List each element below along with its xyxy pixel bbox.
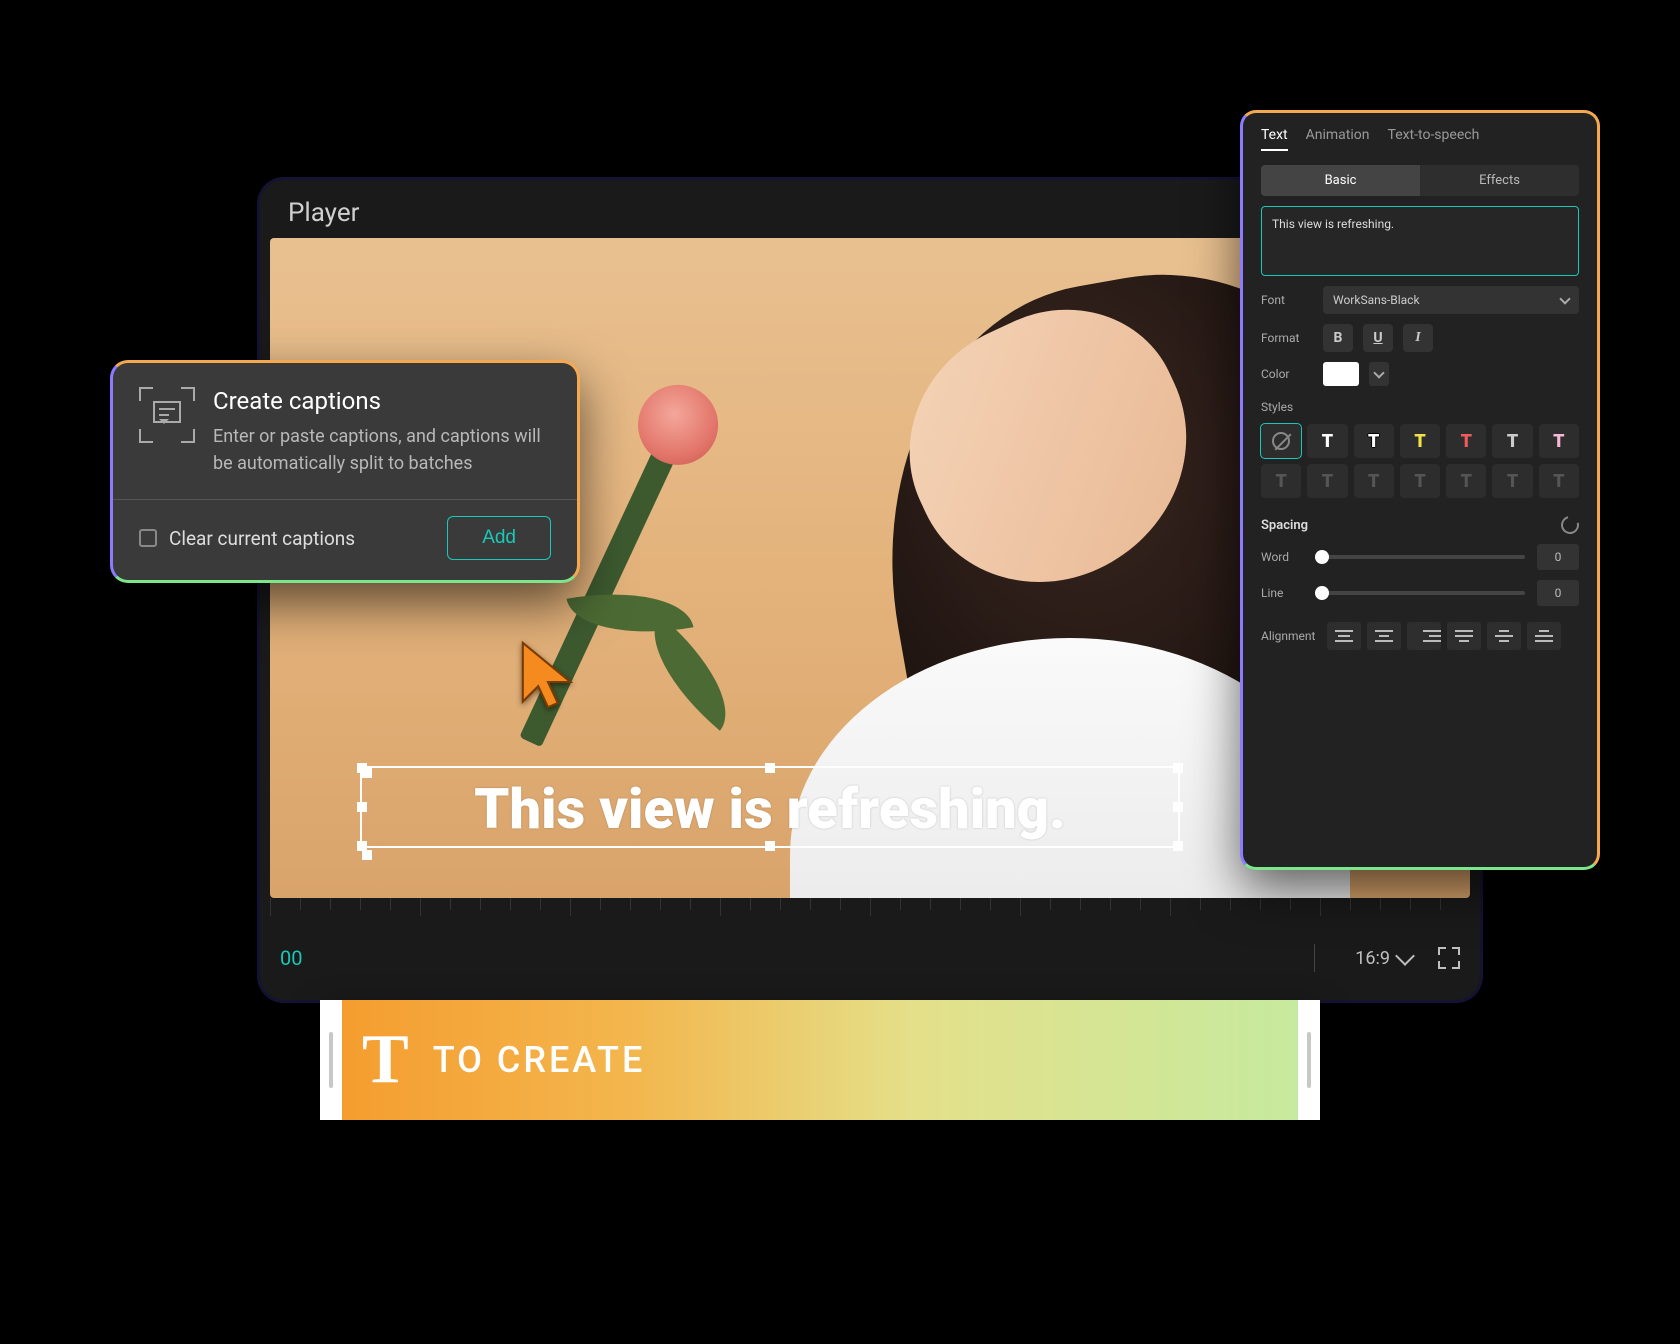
rose-leaf <box>628 615 752 730</box>
aspect-ratio-button[interactable]: 16:9 <box>1355 948 1412 969</box>
style-preset[interactable]: T <box>1400 464 1440 498</box>
clip-body[interactable]: T TO CREATE <box>342 1000 1298 1120</box>
time-ruler[interactable] <box>270 898 1470 918</box>
reset-spacing-icon[interactable] <box>1558 513 1583 538</box>
font-value: WorkSans-Black <box>1333 293 1420 307</box>
captions-modal-title: Create captions <box>213 387 551 415</box>
resize-handle[interactable] <box>765 763 775 773</box>
format-label: Format <box>1261 331 1313 345</box>
line-spacing-label: Line <box>1261 586 1303 600</box>
panel-sub-tabs: Basic Effects <box>1261 165 1579 196</box>
resize-handle[interactable] <box>765 841 775 851</box>
tab-animation[interactable]: Animation <box>1306 127 1370 151</box>
tab-text[interactable]: Text <box>1261 127 1288 151</box>
underline-button[interactable]: U <box>1363 324 1393 352</box>
chevron-down-icon <box>1373 367 1384 378</box>
transport-bar: 00 16:9 <box>260 918 1480 998</box>
bold-button[interactable]: B <box>1323 324 1353 352</box>
color-swatch[interactable] <box>1323 362 1359 386</box>
divider <box>1314 944 1315 972</box>
resize-handle[interactable] <box>357 802 367 812</box>
timecode: 00 <box>280 946 302 970</box>
clear-captions-label: Clear current captions <box>169 527 355 550</box>
align-center-button[interactable] <box>1367 622 1401 650</box>
style-none[interactable] <box>1261 424 1301 458</box>
clip-label: TO CREATE <box>433 1039 646 1081</box>
divider <box>113 499 577 500</box>
checkbox-icon <box>139 529 157 547</box>
line-spacing-value[interactable]: 0 <box>1537 580 1579 606</box>
italic-button[interactable]: I <box>1403 324 1433 352</box>
style-preset[interactable]: T <box>1492 464 1532 498</box>
align-left-button[interactable] <box>1327 622 1361 650</box>
resize-handle[interactable] <box>1173 841 1183 851</box>
color-dropdown[interactable] <box>1369 362 1389 386</box>
styles-label: Styles <box>1261 400 1579 414</box>
add-button[interactable]: Add <box>447 516 551 560</box>
caption-text-input[interactable]: This view is refreshing. <box>1261 206 1579 276</box>
spacing-label: Spacing <box>1261 518 1308 533</box>
create-captions-modal: Create captions Enter or paste captions,… <box>110 360 580 583</box>
font-label: Font <box>1261 293 1313 307</box>
style-preset[interactable]: T <box>1492 424 1532 458</box>
style-preset[interactable]: T <box>1539 424 1579 458</box>
style-preset[interactable]: T <box>1539 464 1579 498</box>
captions-modal-description: Enter or paste captions, and captions wi… <box>213 423 551 477</box>
text-properties-panel: Text Animation Text-to-speech Basic Effe… <box>1240 110 1600 870</box>
style-preset[interactable]: T <box>1354 464 1394 498</box>
text-clip-icon: T <box>362 1025 409 1095</box>
style-preset[interactable]: T <box>1261 464 1301 498</box>
word-spacing-value[interactable]: 0 <box>1537 544 1579 570</box>
caption-selection-box[interactable]: This view is refreshing. <box>360 766 1180 848</box>
word-spacing-label: Word <box>1261 550 1303 564</box>
style-preset[interactable]: T <box>1307 424 1347 458</box>
panel-top-tabs: Text Animation Text-to-speech <box>1261 127 1579 151</box>
subtab-effects[interactable]: Effects <box>1420 165 1579 196</box>
style-preset[interactable]: T <box>1307 464 1347 498</box>
word-spacing-slider[interactable] <box>1315 555 1525 559</box>
style-preset[interactable]: T <box>1446 424 1486 458</box>
resize-handle[interactable] <box>357 763 367 773</box>
subtab-basic[interactable]: Basic <box>1261 165 1420 196</box>
style-preset[interactable]: T <box>1354 424 1394 458</box>
color-label: Color <box>1261 367 1313 381</box>
captions-icon <box>139 387 195 443</box>
aspect-ratio-label: 16:9 <box>1355 948 1390 969</box>
tab-text-to-speech[interactable]: Text-to-speech <box>1388 127 1480 151</box>
chevron-down-icon <box>1559 293 1570 304</box>
style-preset[interactable]: T <box>1446 464 1486 498</box>
font-select[interactable]: WorkSans-Black <box>1323 286 1579 314</box>
cursor-icon <box>520 640 576 714</box>
resize-handle[interactable] <box>1173 763 1183 773</box>
align-middle-button[interactable] <box>1487 622 1521 650</box>
styles-grid: T T T T T T T T T T T T T <box>1261 424 1579 498</box>
align-bottom-button[interactable] <box>1527 622 1561 650</box>
align-top-button[interactable] <box>1447 622 1481 650</box>
clear-captions-checkbox[interactable]: Clear current captions <box>139 527 355 550</box>
alignment-label: Alignment <box>1261 629 1321 643</box>
chevron-down-icon <box>1395 946 1415 966</box>
timeline-text-clip[interactable]: T TO CREATE <box>320 1000 1320 1120</box>
clip-trim-handle-left[interactable] <box>320 1000 342 1120</box>
align-right-button[interactable] <box>1407 622 1441 650</box>
fullscreen-icon[interactable] <box>1438 947 1460 969</box>
resize-handle[interactable] <box>357 841 367 851</box>
clip-trim-handle-right[interactable] <box>1298 1000 1320 1120</box>
line-spacing-slider[interactable] <box>1315 591 1525 595</box>
resize-handle[interactable] <box>1173 802 1183 812</box>
style-preset[interactable]: T <box>1400 424 1440 458</box>
